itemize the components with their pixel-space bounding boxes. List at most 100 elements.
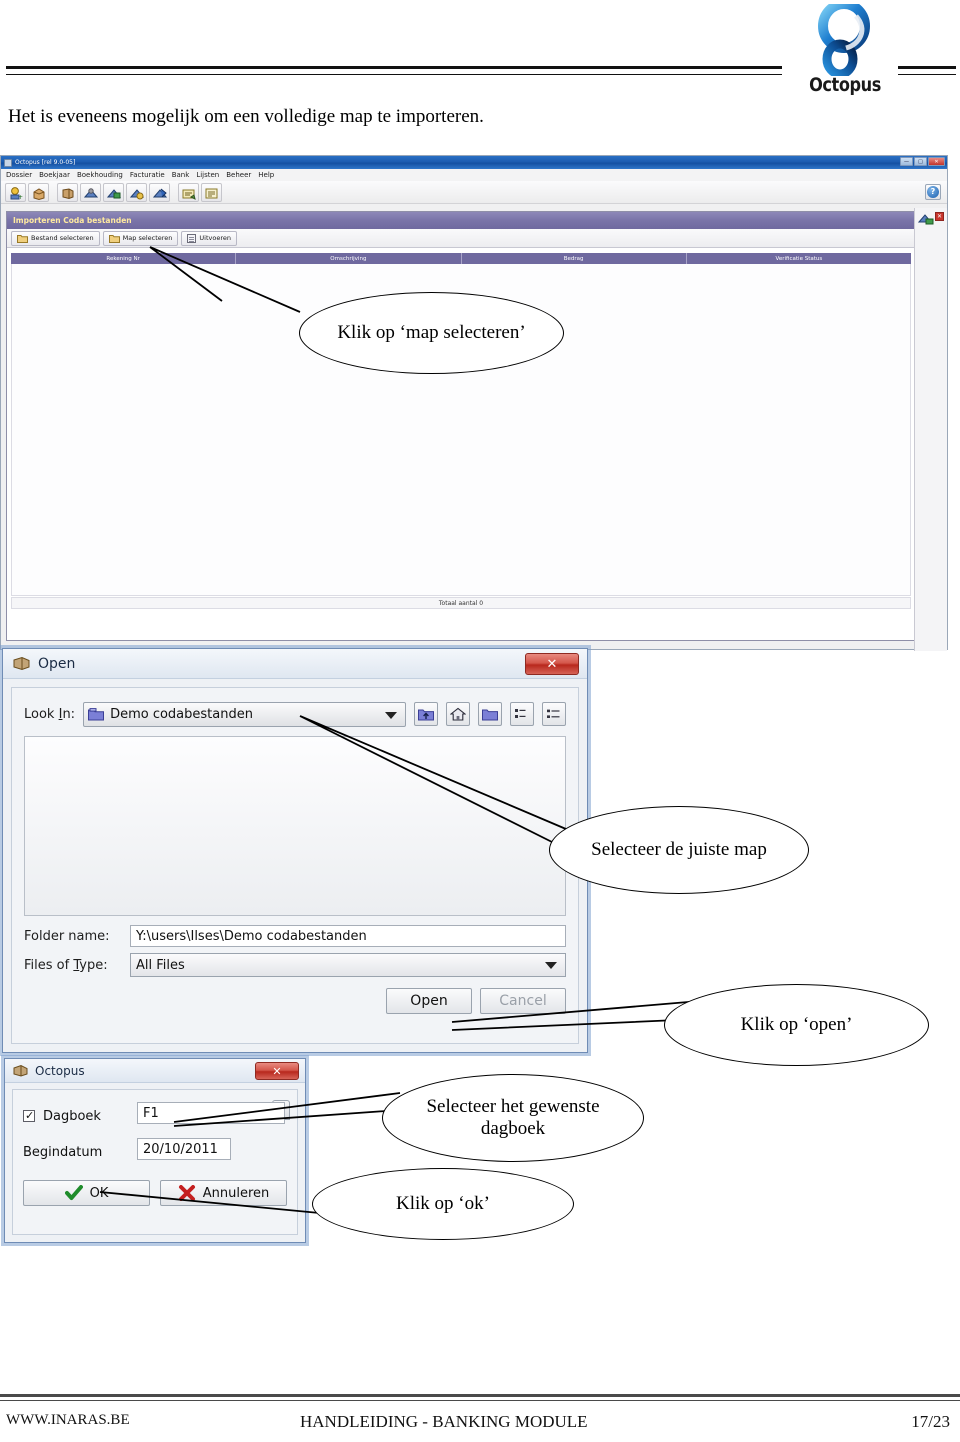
column-bedrag[interactable]: Bedrag xyxy=(462,253,687,264)
book-icon xyxy=(13,1064,28,1077)
window-controls[interactable]: — □ ✕ xyxy=(900,157,945,166)
dagboek-input[interactable]: F1 xyxy=(137,1102,285,1124)
main-toolbar[interactable]: + xyxy=(1,181,947,204)
page-footer: WWW.INARAS.BE HANDLEIDING - BANKING MODU… xyxy=(0,1382,960,1442)
menu-item-beheer[interactable]: Beheer xyxy=(226,171,251,179)
octopus-dialog-close-button[interactable]: ✕ xyxy=(255,1062,299,1080)
application-screenshot: Octopus [rel 9.0-05] — □ ✕ Dossier Boekj… xyxy=(0,155,948,651)
chevron-down-icon[interactable] xyxy=(385,711,397,719)
look-in-row: Look In: Demo codabestanden xyxy=(24,700,566,728)
window-title: Octopus [rel 9.0-05] xyxy=(15,159,76,166)
callout-klik-ok-text: Klik op ‘ok’ xyxy=(396,1193,490,1215)
panel-title: Importeren Coda bestanden xyxy=(7,212,915,229)
up-folder-button[interactable] xyxy=(414,702,438,726)
cross-icon xyxy=(178,1185,195,1201)
open-dialog-title: Open xyxy=(38,655,76,672)
footer-center-text: HANDLEIDING - BANKING MODULE xyxy=(300,1412,588,1431)
home-button[interactable] xyxy=(446,702,470,726)
map-selecteren-label: Map selecteren xyxy=(122,234,173,242)
intro-paragraph: Het is eveneens mogelijk om een volledig… xyxy=(8,106,484,127)
callout-map-selecteren-text: Klik op ‘map selecteren’ xyxy=(337,322,526,344)
callout-klik-open-text: Klik op ‘open’ xyxy=(740,1014,853,1036)
toolbar-button-bank-3[interactable] xyxy=(126,182,147,202)
details-view-button[interactable] xyxy=(542,702,566,726)
footer-rule-top xyxy=(0,1394,960,1397)
annuleren-button[interactable]: Annuleren xyxy=(160,1180,287,1206)
bestand-selecteren-label: Bestand selecteren xyxy=(31,234,94,242)
menu-item-dossier[interactable]: Dossier xyxy=(6,171,32,179)
toolbar-button-note-2[interactable] xyxy=(201,182,222,202)
toolbar-button-new-dossier[interactable]: + xyxy=(5,182,26,202)
open-dialog: Open ✕ Look In: Demo codabestanden Folde… xyxy=(2,648,588,1053)
panel-toolbar[interactable]: Bestand selecteren Map selecteren Uitvoe… xyxy=(7,229,915,248)
toolbar-button-box[interactable] xyxy=(28,182,49,202)
tiles-view-button[interactable] xyxy=(510,702,534,726)
uitvoeren-label: Uitvoeren xyxy=(199,234,231,242)
close-button[interactable]: ✕ xyxy=(928,157,945,166)
toolbar-button-book[interactable] xyxy=(57,182,78,202)
file-list-area[interactable] xyxy=(24,736,566,916)
uitvoeren-button[interactable]: Uitvoeren xyxy=(181,230,237,246)
help-button[interactable]: ? xyxy=(925,184,941,200)
footer-page-number: 17/23 xyxy=(911,1412,950,1431)
menu-item-boekjaar[interactable]: Boekjaar xyxy=(39,171,70,179)
octopus-main-window: Octopus [rel 9.0-05] — □ ✕ Dossier Boekj… xyxy=(0,155,948,651)
toolbar-button-bank-4[interactable] xyxy=(149,182,170,202)
look-in-combobox[interactable]: Demo codabestanden xyxy=(83,701,406,727)
callout-map-selecteren: Klik op ‘map selecteren’ xyxy=(299,292,564,374)
column-verificatie-status[interactable]: Verificatie Status xyxy=(687,253,911,264)
new-folder-icon xyxy=(482,709,498,721)
menu-item-facturatie[interactable]: Facturatie xyxy=(130,171,165,179)
menu-item-boekhouding[interactable]: Boekhouding xyxy=(77,171,123,179)
header-rule-left-top xyxy=(6,66,782,69)
open-button[interactable]: Open xyxy=(386,988,472,1014)
cancel-button[interactable]: Cancel xyxy=(480,988,566,1014)
column-rekening-nr[interactable]: Rekening Nr xyxy=(11,253,237,264)
tiles-view-icon xyxy=(515,709,526,718)
toolbar-button-note-1[interactable] xyxy=(178,182,199,202)
folder-icon xyxy=(88,707,105,720)
folder-name-input[interactable]: Y:\users\Ilses\Demo codabestanden xyxy=(130,925,566,947)
toolbar-button-bank-2[interactable] xyxy=(103,182,124,202)
folder-name-row: Folder name: Y:\users\Ilses\Demo codabes… xyxy=(24,924,566,948)
octopus-dialog-titlebar: Octopus ✕ xyxy=(5,1059,305,1083)
open-dialog-body: Look In: Demo codabestanden Folder name:… xyxy=(11,687,579,1044)
octopus-dialog: Octopus ✕ Dagboek F1 Begindatum 20/10/20… xyxy=(4,1058,306,1243)
maximize-button[interactable]: □ xyxy=(914,157,927,166)
menu-item-lijsten[interactable]: Lijsten xyxy=(196,171,219,179)
menu-bar[interactable]: Dossier Boekjaar Boekhouding Facturatie … xyxy=(1,169,947,181)
header-rule-right-bottom xyxy=(898,74,956,75)
footer-rule-bottom xyxy=(0,1400,960,1401)
begindatum-input[interactable]: 20/10/2011 xyxy=(137,1138,231,1160)
octopus-dialog-actions: OK Annuleren xyxy=(23,1180,287,1206)
grid-total-label: Totaal aantal 0 xyxy=(11,597,911,609)
octopus-dialog-body: Dagboek F1 Begindatum 20/10/2011 OK Annu… xyxy=(12,1089,298,1235)
minimize-button[interactable]: — xyxy=(900,157,913,166)
home-icon xyxy=(450,707,466,721)
page-header: Octopus Het is eveneens mogelijk om een … xyxy=(0,0,960,150)
ok-button-label: OK xyxy=(89,1185,109,1201)
chevron-down-icon[interactable] xyxy=(545,962,557,969)
import-icon[interactable] xyxy=(918,212,934,226)
menu-item-bank[interactable]: Bank xyxy=(172,171,190,179)
open-dialog-close-button[interactable]: ✕ xyxy=(525,653,579,675)
document-icon xyxy=(187,233,197,243)
look-in-label: Look In: xyxy=(24,706,76,722)
octopus-logo-text: Octopus xyxy=(809,74,881,96)
ok-button[interactable]: OK xyxy=(23,1180,150,1206)
dagboek-checkbox[interactable] xyxy=(23,1109,35,1122)
bestand-selecteren-button[interactable]: Bestand selecteren xyxy=(11,230,100,246)
toolbar-button-bank-1[interactable] xyxy=(80,182,101,202)
new-folder-button[interactable] xyxy=(478,702,502,726)
check-icon xyxy=(64,1185,83,1200)
files-of-type-select[interactable]: All Files xyxy=(130,953,566,977)
panel-right-strip: ✕ xyxy=(914,208,947,651)
menu-item-help[interactable]: Help xyxy=(258,171,274,179)
panel-close-icon[interactable]: ✕ xyxy=(935,212,944,221)
help-icon: ? xyxy=(927,186,939,198)
window-titlebar: Octopus [rel 9.0-05] — □ ✕ xyxy=(1,156,947,169)
header-rule-right-top xyxy=(898,66,956,69)
map-selecteren-button[interactable]: Map selecteren xyxy=(102,230,179,246)
callout-dagboek: Selecteer het gewenste dagboek xyxy=(382,1074,644,1162)
column-omschrijving[interactable]: Omschrijving xyxy=(236,253,462,264)
